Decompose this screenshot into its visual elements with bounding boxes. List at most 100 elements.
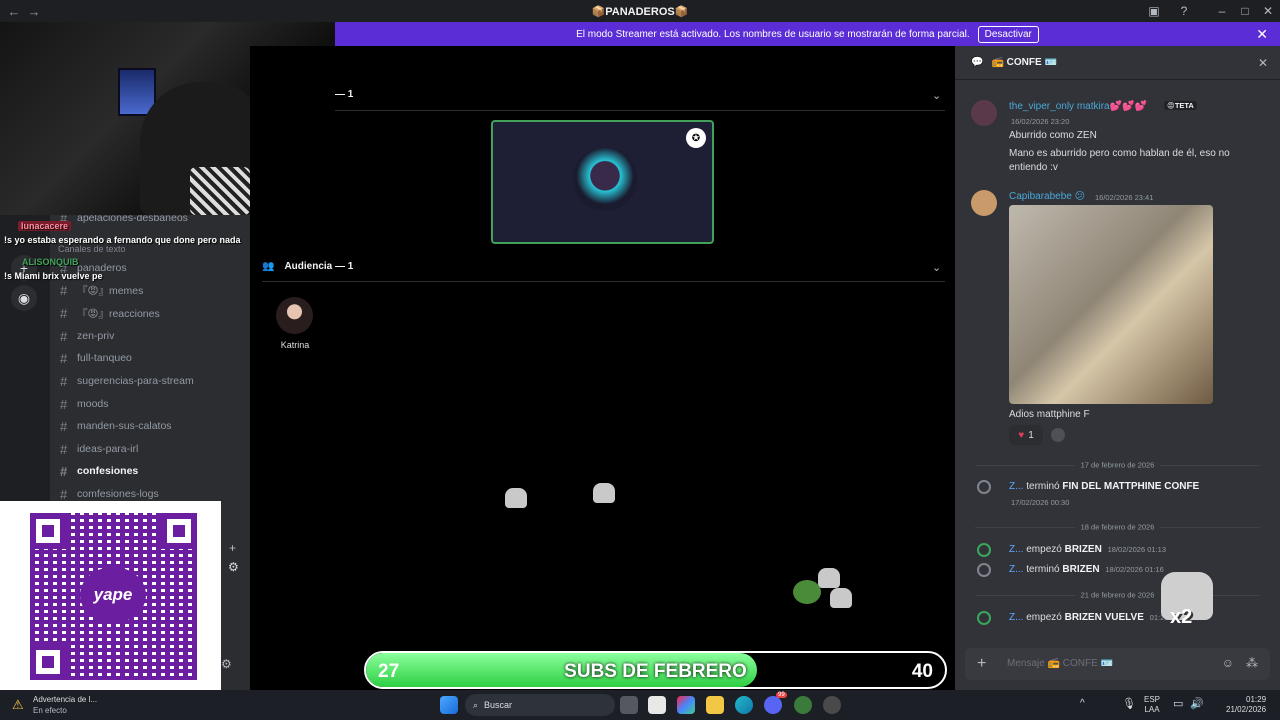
yape-qr-overlay: yape xyxy=(0,501,221,690)
store-icon[interactable] xyxy=(648,696,666,714)
hash-icon: # xyxy=(60,396,68,412)
file-explorer-icon[interactable] xyxy=(706,696,724,714)
help-icon[interactable]: ? xyxy=(1170,0,1198,22)
message-username[interactable]: the_viper_only matkira💕💕💕 xyxy=(1009,101,1147,112)
date-divider: 21 de febrero de 2026 xyxy=(975,590,1260,600)
hash-icon: # xyxy=(60,463,68,479)
add-reaction-icon[interactable] xyxy=(1051,428,1065,442)
avatar[interactable] xyxy=(971,100,997,126)
channel-item[interactable]: # full-tanqueo xyxy=(60,348,132,368)
event-user[interactable]: Z... xyxy=(1009,564,1023,575)
inbox-icon[interactable]: ▣ xyxy=(1140,0,1168,22)
channel-item[interactable]: # manden-sus-calatos xyxy=(60,416,172,436)
channel-item[interactable]: # 『😡』reacciones xyxy=(60,303,160,323)
audience-avatar[interactable] xyxy=(276,297,313,334)
message-text: Mano es aburrido pero como hablan de él,… xyxy=(1009,148,1230,159)
yape-logo: yape xyxy=(80,567,146,623)
chrome-icon[interactable] xyxy=(823,696,841,714)
windows-start-icon[interactable] xyxy=(440,696,458,714)
add-attachment-icon[interactable]: + xyxy=(977,655,986,673)
deactivate-streamer-button[interactable]: Desactivar xyxy=(977,25,1039,43)
taskbar-search[interactable]: ⌕ Buscar xyxy=(465,694,615,716)
event-line: Z... empezó BRIZEN 18/02/2026 01:13 xyxy=(1009,544,1166,555)
message-timestamp: 16/02/2026 23:41 xyxy=(1095,193,1154,202)
qr-finder xyxy=(161,513,197,549)
search-label: Buscar xyxy=(484,700,513,710)
hash-icon: # xyxy=(60,441,68,457)
hash-icon: # xyxy=(60,282,68,298)
channel-item[interactable]: # sugerencias-para-stream xyxy=(60,371,194,391)
hash-icon: # xyxy=(60,350,68,366)
audience-label: Audiencia — 1 xyxy=(284,261,354,272)
hash-icon: # xyxy=(60,486,68,502)
close-icon[interactable]: ✕ xyxy=(1256,26,1268,43)
add-channel-icon[interactable]: + xyxy=(229,541,236,555)
channel-name: 『😡』reacciones xyxy=(77,307,160,320)
message-text: entiendo :v xyxy=(1009,162,1058,173)
composer-placeholder: Mensaje 📻 CONFE 🪪 xyxy=(1007,658,1114,669)
event-timestamp: 18/02/2026 01:13 xyxy=(1107,545,1166,554)
channel-item[interactable]: # ideas-para-irl xyxy=(60,439,138,459)
channel-item[interactable]: # 『😡』memes xyxy=(60,280,143,300)
message-username[interactable]: Capibarabebe 😕 xyxy=(1009,191,1085,202)
network-icon[interactable]: ▭ xyxy=(1173,697,1183,710)
event-verb: empezó xyxy=(1026,544,1062,555)
window-title: 📦PANADEROS📦 xyxy=(591,5,689,18)
task-view-icon[interactable] xyxy=(620,696,638,714)
channel-item[interactable]: # moods xyxy=(60,394,109,414)
settings-gear-icon[interactable]: ⚙ xyxy=(221,657,232,671)
emoji-icon[interactable]: ☺ xyxy=(1222,656,1234,670)
event-title: FIN DEL MATTPHINE CONFE xyxy=(1062,481,1200,492)
audience-header: 👥 Audiencia — 1 xyxy=(262,261,353,272)
chevron-down-icon[interactable]: ⌄ xyxy=(932,89,941,102)
volume-icon[interactable]: 🔊 xyxy=(1190,697,1204,710)
search-icon: ⌕ xyxy=(473,699,479,710)
warning-icon[interactable]: ⚠ xyxy=(12,697,24,713)
close-window-button[interactable]: ✕ xyxy=(1254,0,1280,22)
event-timestamp: 18/02/2026 01:16 xyxy=(1105,565,1164,574)
close-icon[interactable]: ✕ xyxy=(1258,56,1268,70)
lang-code: ESP xyxy=(1144,695,1161,704)
avatar[interactable] xyxy=(971,190,997,216)
app-icon[interactable] xyxy=(794,696,812,714)
chat-header: 💬 📻 CONFE 🪪 ✕ xyxy=(955,46,1280,80)
thread-icon: 💬 xyxy=(971,57,984,68)
channel-name: sugerencias-para-stream xyxy=(77,375,194,387)
stage-event-icon xyxy=(977,543,991,557)
edge-icon[interactable] xyxy=(735,696,753,714)
lang-layout: LAA xyxy=(1144,705,1160,714)
discover-icon[interactable]: ◉ xyxy=(11,285,37,311)
reaction-pill[interactable]: ♥ 1 xyxy=(1009,425,1043,445)
channel-item[interactable]: # zen-priv xyxy=(60,326,114,346)
chevron-up-icon[interactable]: ^ xyxy=(1080,698,1085,709)
mic-icon[interactable]: 🎙 xyxy=(1122,697,1136,710)
notice-title[interactable]: Advertencia de l... xyxy=(33,695,97,704)
stage-event-icon xyxy=(977,480,991,494)
gear-icon[interactable]: ⚙ xyxy=(228,560,239,574)
discord-icon[interactable] xyxy=(764,696,782,714)
message-composer[interactable]: + Mensaje 📻 CONFE 🪪 ☺ ⁂ xyxy=(965,648,1270,680)
event-timestamp: 17/02/2026 00:30 xyxy=(1011,498,1070,507)
channel-name: 『😡』memes xyxy=(77,284,144,297)
event-user[interactable]: Z... xyxy=(1009,481,1023,492)
speaker-tile[interactable]: ✪ xyxy=(491,120,714,244)
language-indicator[interactable]: ESP LAA xyxy=(1144,695,1160,715)
hash-icon: # xyxy=(60,418,68,434)
channel-name: full-tanqueo xyxy=(77,352,132,364)
event-verb: terminó xyxy=(1026,564,1060,575)
date-divider-label: 17 de febrero de 2026 xyxy=(1074,460,1161,470)
copilot-icon[interactable] xyxy=(677,696,695,714)
clock[interactable]: 01:29 21/02/2026 xyxy=(1226,695,1266,715)
channel-category[interactable]: Canales de texto xyxy=(58,244,126,254)
hash-icon: # xyxy=(60,305,68,321)
overlay-chat-message: !s yo estaba esperando a fernando que do… xyxy=(4,235,241,245)
event-user[interactable]: Z... xyxy=(1009,612,1023,623)
audience-name: Katrina xyxy=(280,340,310,350)
apps-icon[interactable]: ⁂ xyxy=(1246,656,1258,670)
streamer-mode-banner: El modo Streamer está activado. Los nomb… xyxy=(335,22,1280,46)
dog-image[interactable] xyxy=(1009,205,1213,404)
x2-label: x2 xyxy=(1170,606,1193,628)
event-user[interactable]: Z... xyxy=(1009,544,1023,555)
chevron-down-icon[interactable]: ⌄ xyxy=(932,261,941,274)
channel-item-active[interactable]: # confesiones xyxy=(60,461,138,481)
